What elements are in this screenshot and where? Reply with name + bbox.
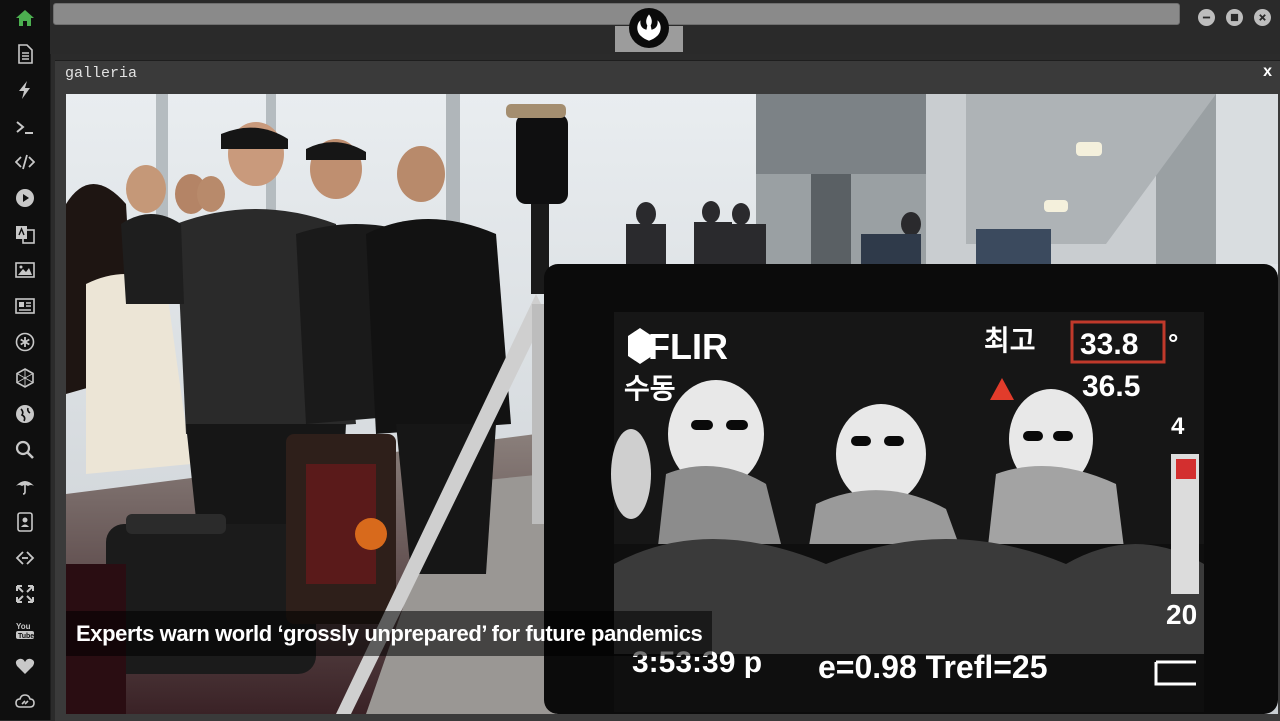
umbrella-icon[interactable] <box>13 474 37 498</box>
top-bar <box>50 0 1280 54</box>
search-icon[interactable] <box>13 438 37 462</box>
expand-arrows-icon[interactable] <box>13 582 37 606</box>
translate-icon[interactable] <box>13 222 37 246</box>
svg-text:Tube: Tube <box>18 633 34 640</box>
newspaper-icon[interactable] <box>13 294 37 318</box>
hexagon-icon[interactable] <box>13 366 37 390</box>
address-bar[interactable] <box>53 3 1180 25</box>
play-circle-icon[interactable] <box>13 186 37 210</box>
gallery-window: galleria x FLIR 수동 최고 33.8 ° 36.5 4 20 3… <box>55 60 1280 721</box>
contact-card-icon[interactable] <box>13 510 37 534</box>
minimize-icon[interactable] <box>1198 9 1215 26</box>
home-icon[interactable] <box>13 6 37 30</box>
globe-icon[interactable] <box>13 402 37 426</box>
document-icon[interactable] <box>13 42 37 66</box>
asterisk-circle-icon[interactable] <box>13 330 37 354</box>
svg-text:You: You <box>16 622 31 631</box>
image-icon[interactable] <box>13 258 37 282</box>
close-icon[interactable] <box>1254 9 1271 26</box>
youtube-icon[interactable]: You Tube <box>13 618 37 642</box>
flir-max-temp: 33.8 <box>1080 328 1138 361</box>
flir-scale-bottom: 20 <box>1166 599 1197 630</box>
flir-mode-label: 수동 <box>624 373 676 404</box>
rebel-alliance-icon[interactable] <box>629 8 669 48</box>
sidebar: You Tube <box>0 0 51 720</box>
window-title: galleria <box>65 65 138 82</box>
terminal-icon[interactable] <box>13 115 37 139</box>
flir-second-temp: 36.5 <box>1082 370 1140 403</box>
gallery-slide[interactable]: FLIR 수동 최고 33.8 ° 36.5 4 20 3:53:39 p e=… <box>66 94 1278 714</box>
flir-params: e=0.98 Trefl=25 <box>818 649 1048 685</box>
flir-scale-top: 4 <box>1171 413 1185 440</box>
code-icon[interactable] <box>13 150 37 174</box>
code-diamond-icon[interactable] <box>13 546 37 570</box>
heart-icon[interactable] <box>13 654 37 678</box>
flir-temp-unit: ° <box>1168 328 1178 358</box>
flir-max-label: 최고 <box>984 325 1036 356</box>
maximize-icon[interactable] <box>1226 9 1243 26</box>
gallery-caption[interactable]: Experts warn world ‘grossly unprepared’ … <box>66 611 713 656</box>
cloud-link-icon[interactable] <box>13 690 37 714</box>
window-close-button[interactable]: x <box>1263 63 1272 81</box>
lightning-icon[interactable] <box>13 78 37 102</box>
flir-brand: FLIR <box>648 326 728 367</box>
